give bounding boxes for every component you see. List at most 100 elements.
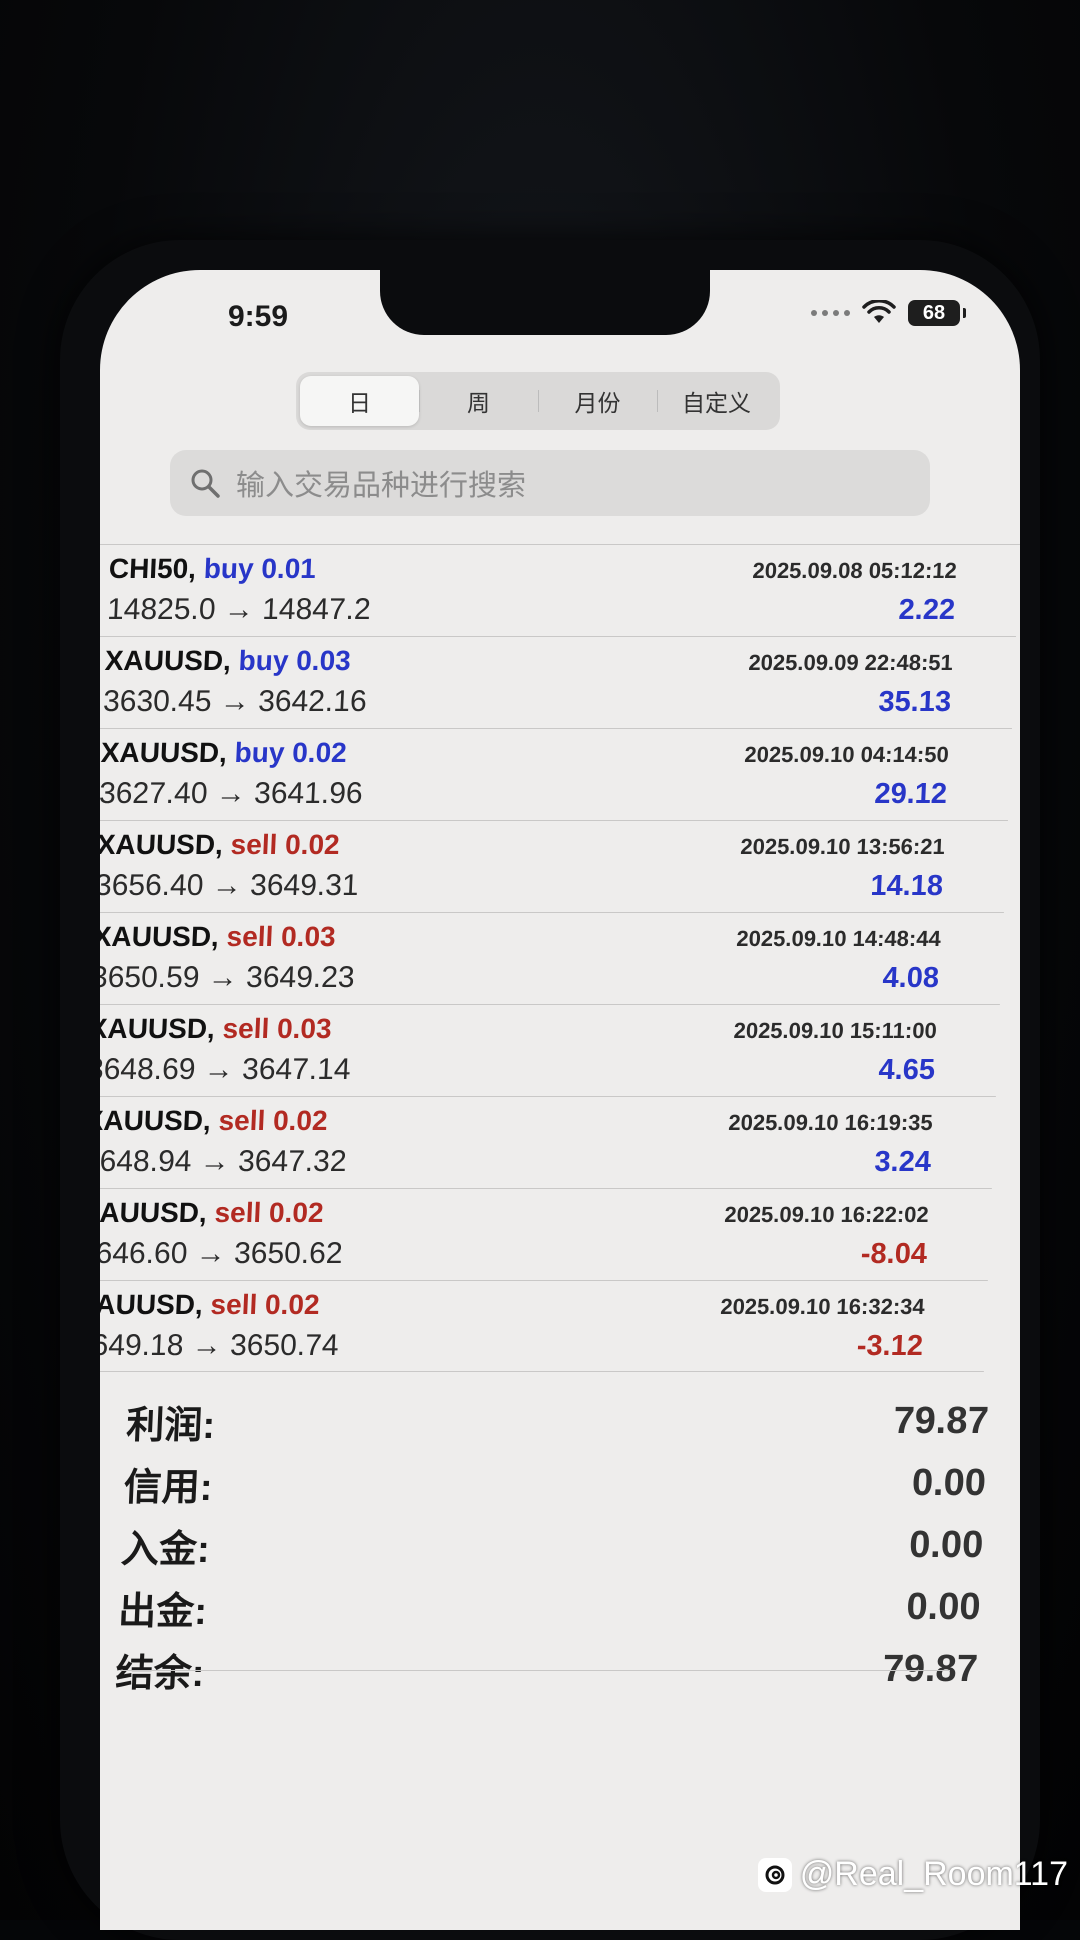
trade-profit: -8.04 bbox=[860, 1238, 928, 1271]
trade-direction: sell 0.03 bbox=[226, 921, 336, 952]
search-placeholder: 输入交易品种进行搜索 bbox=[236, 462, 526, 504]
trade-row[interactable]: XAUUSD, sell 0.02 2025.09.10 16:22:02 36… bbox=[100, 1188, 992, 1280]
trade-time: 2025.09.10 15:11:00 bbox=[733, 1018, 937, 1044]
trade-time: 2025.09.10 16:22:02 bbox=[724, 1202, 929, 1228]
trade-profit: 29.12 bbox=[874, 778, 948, 811]
trade-direction: sell 0.03 bbox=[222, 1013, 332, 1044]
trade-row[interactable]: XAUUSD, sell 0.02 2025.09.10 16:32:34 36… bbox=[100, 1280, 988, 1372]
trade-time: 2025.09.08 05:12:12 bbox=[752, 558, 957, 584]
summary-row-withdrawal: 出金: 0.00 bbox=[100, 1576, 1012, 1638]
trade-symbol-line: XAUUSD, sell 0.02 bbox=[100, 1289, 320, 1321]
trade-profit: 35.13 bbox=[878, 686, 952, 719]
trade-direction: buy 0.02 bbox=[234, 737, 347, 768]
trade-symbol-line: XAUUSD, sell 0.03 bbox=[100, 1013, 332, 1045]
trade-row[interactable]: XAUUSD, buy 0.03 2025.09.09 22:48:51 363… bbox=[100, 636, 1016, 728]
divider bbox=[120, 1670, 950, 1671]
trade-symbol: XAUUSD, bbox=[100, 1105, 212, 1136]
trade-prices: 14825.0 → 14847.2 bbox=[100, 593, 371, 627]
trade-symbol: CHI50, bbox=[108, 553, 197, 584]
summary-value: 79.87 bbox=[893, 1400, 990, 1443]
trade-time: 2025.09.10 14:48:44 bbox=[736, 926, 941, 952]
trade-profit: 14.18 bbox=[870, 870, 944, 903]
tab-week[interactable]: 周 bbox=[419, 376, 538, 426]
summary-label: 信用: bbox=[123, 1456, 214, 1511]
trade-row[interactable]: CHI50, buy 0.01 2025.09.08 05:12:12 1482… bbox=[100, 544, 1020, 636]
trade-time: 2025.09.10 16:32:34 bbox=[720, 1294, 925, 1320]
trade-prices: 3648.94 → 3647.32 bbox=[100, 1145, 347, 1179]
summary-row-credit: 信用: 0.00 bbox=[100, 1452, 1017, 1514]
trade-prices: 3627.40 → 3641.96 bbox=[100, 777, 363, 811]
summary-label: 利润: bbox=[125, 1394, 216, 1449]
summary-label: 结余: bbox=[115, 1642, 206, 1697]
trade-row[interactable]: XAUUSD, sell 0.03 2025.09.10 15:11:00 36… bbox=[100, 1004, 1000, 1096]
trade-history-list: CHI50, buy 0.01 2025.09.08 05:12:12 1482… bbox=[100, 544, 1020, 1372]
phone-screen: 9:59 68 日 周 月份 自定义 输入交易品种进行搜索 CHI50, buy… bbox=[100, 270, 1020, 1930]
watermark-text: @Real_Room117 bbox=[800, 1855, 1068, 1894]
trade-time: 2025.09.09 22:48:51 bbox=[748, 650, 953, 676]
trade-time: 2025.09.10 16:19:35 bbox=[728, 1110, 933, 1136]
symbol-search-input[interactable]: 输入交易品种进行搜索 bbox=[170, 450, 930, 516]
trade-profit: -3.12 bbox=[856, 1330, 924, 1363]
trade-direction: sell 0.02 bbox=[214, 1197, 324, 1228]
trade-symbol: XAUUSD, bbox=[100, 737, 227, 768]
trade-symbol: XAUUSD, bbox=[100, 1013, 216, 1044]
summary-value: 0.00 bbox=[906, 1586, 982, 1629]
trade-symbol: XAUUSD, bbox=[100, 921, 220, 952]
trade-symbol-line: XAUUSD, sell 0.03 bbox=[100, 921, 336, 953]
tab-month[interactable]: 月份 bbox=[538, 376, 657, 426]
camera-notch bbox=[380, 270, 710, 335]
trade-symbol: XAUUSD, bbox=[100, 1289, 203, 1320]
trade-profit: 3.24 bbox=[874, 1146, 932, 1179]
battery-icon: 68 bbox=[908, 300, 960, 326]
trade-prices: 3648.69 → 3647.14 bbox=[100, 1053, 351, 1087]
trade-time: 2025.09.10 13:56:21 bbox=[740, 834, 945, 860]
account-summary: 利润: 79.87 信用: 0.00 入金: 0.00 出金: 0.00 结余:… bbox=[100, 1390, 1020, 1700]
trade-profit: 2.22 bbox=[898, 594, 956, 627]
trade-direction: sell 0.02 bbox=[218, 1105, 328, 1136]
trade-prices: 3649.18 → 3650.74 bbox=[100, 1329, 339, 1363]
trade-symbol-line: XAUUSD, buy 0.03 bbox=[100, 645, 351, 677]
trade-symbol: XAUUSD, bbox=[100, 829, 224, 860]
status-icons: 68 bbox=[811, 300, 960, 326]
trade-symbol-line: XAUUSD, sell 0.02 bbox=[100, 1105, 328, 1137]
trade-symbol-line: XAUUSD, sell 0.02 bbox=[100, 829, 340, 861]
trade-symbol: XAUUSD, bbox=[100, 1197, 208, 1228]
trade-prices: 3630.45 → 3642.16 bbox=[100, 685, 367, 719]
summary-row-deposit: 入金: 0.00 bbox=[100, 1514, 1015, 1576]
wifi-icon bbox=[862, 300, 896, 326]
trade-direction: sell 0.02 bbox=[230, 829, 340, 860]
summary-label: 出金: bbox=[117, 1580, 208, 1635]
trade-row[interactable]: XAUUSD, sell 0.02 2025.09.10 13:56:21 36… bbox=[100, 820, 1008, 912]
trade-prices: 3646.60 → 3650.62 bbox=[100, 1237, 343, 1271]
trade-direction: buy 0.01 bbox=[203, 553, 316, 584]
tab-custom[interactable]: 自定义 bbox=[657, 376, 776, 426]
trade-profit: 4.08 bbox=[882, 962, 940, 995]
period-segmented-control: 日 周 月份 自定义 bbox=[296, 372, 780, 430]
threads-logo-icon bbox=[762, 1862, 788, 1888]
summary-row-balance: 结余: 79.87 bbox=[100, 1638, 1009, 1700]
trade-profit: 4.65 bbox=[878, 1054, 936, 1087]
cellular-signal-icon bbox=[811, 310, 850, 316]
trade-time: 2025.09.10 04:14:50 bbox=[744, 742, 949, 768]
trade-symbol-line: XAUUSD, sell 0.02 bbox=[100, 1197, 324, 1229]
trade-row[interactable]: XAUUSD, sell 0.02 2025.09.10 16:19:35 36… bbox=[100, 1096, 996, 1188]
trade-direction: buy 0.03 bbox=[238, 645, 351, 676]
summary-label: 入金: bbox=[120, 1518, 211, 1573]
watermark-logo-icon bbox=[758, 1858, 792, 1892]
trade-direction: sell 0.02 bbox=[210, 1289, 320, 1320]
summary-row-profit: 利润: 79.87 bbox=[100, 1390, 1020, 1452]
status-time: 9:59 bbox=[228, 300, 288, 334]
summary-value: 0.00 bbox=[908, 1524, 984, 1567]
trade-prices: 3650.59 → 3649.23 bbox=[100, 961, 355, 995]
trade-symbol-line: CHI50, buy 0.01 bbox=[100, 553, 317, 585]
summary-value: 79.87 bbox=[882, 1648, 979, 1691]
watermark: @Real_Room117 bbox=[758, 1855, 1068, 1894]
trade-row[interactable]: XAUUSD, sell 0.03 2025.09.10 14:48:44 36… bbox=[100, 912, 1004, 1004]
trade-symbol: XAUUSD, bbox=[104, 645, 231, 676]
search-icon bbox=[188, 466, 222, 500]
trade-prices: 3656.40 → 3649.31 bbox=[100, 869, 359, 903]
tab-day[interactable]: 日 bbox=[300, 376, 419, 426]
summary-value: 0.00 bbox=[911, 1462, 987, 1505]
trade-symbol-line: XAUUSD, buy 0.02 bbox=[100, 737, 347, 769]
trade-row[interactable]: XAUUSD, buy 0.02 2025.09.10 04:14:50 362… bbox=[100, 728, 1012, 820]
